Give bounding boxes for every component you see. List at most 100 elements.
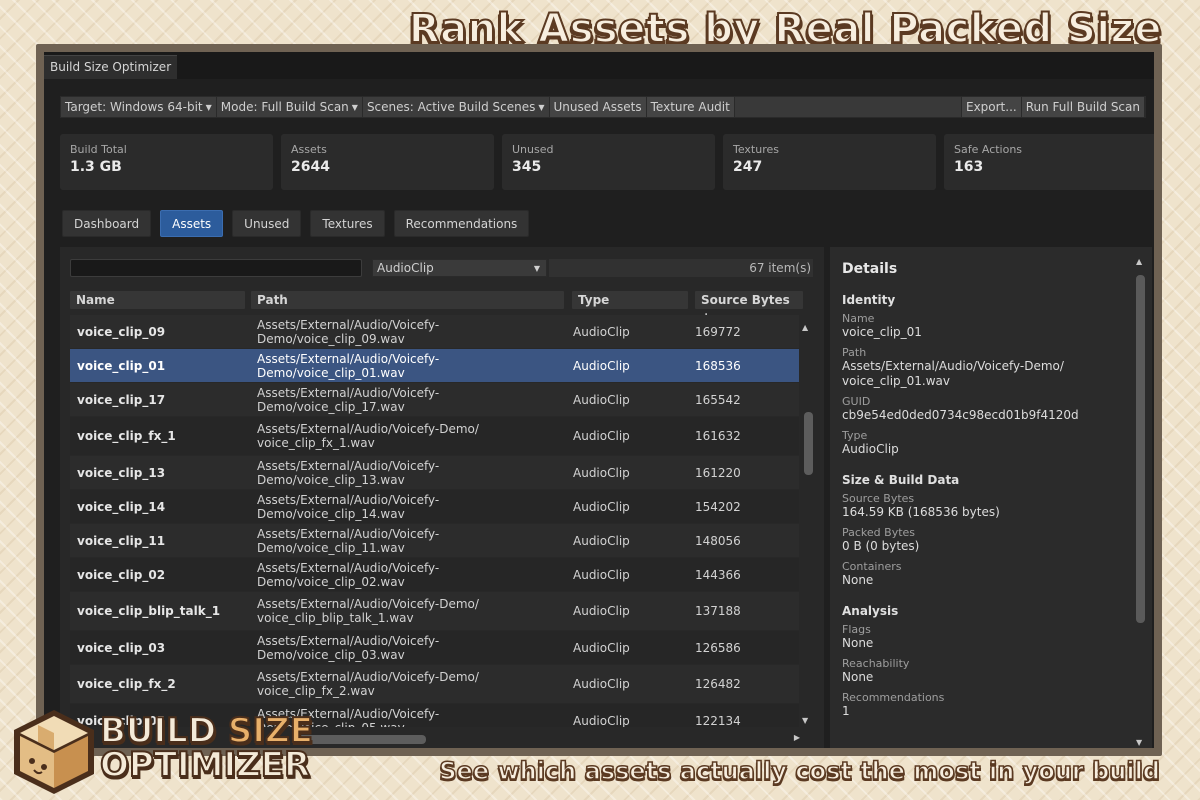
detail-label: Name — [842, 312, 875, 325]
cell-path: Assets/External/Audio/Voicefy-Demo/voice… — [257, 351, 440, 380]
logo-wordmark: BUILD SIZE OPTIMIZER — [99, 713, 314, 785]
stat-value: 2644 — [291, 159, 330, 175]
table-row[interactable]: voice_clip_09 Assets/External/Audio/Voice… — [70, 315, 799, 348]
stat-value: 1.3 GB — [70, 159, 122, 175]
cell-path: Assets/External/Audio/Voicefy-Demo/voice… — [257, 458, 440, 487]
unused-assets-button[interactable]: Unused Assets — [549, 97, 647, 117]
identity-header: Identity — [842, 293, 896, 307]
target-dropdown-label: Target: Windows 64-bit — [65, 100, 203, 114]
scrollbar-thumb[interactable] — [804, 412, 813, 475]
logo-word-optimizer: OPTIMIZER — [99, 745, 311, 785]
cell-path: Assets/External/Audio/Voicefy-Demo/voice… — [257, 385, 440, 414]
cell-name: voice_clip_03 — [77, 640, 166, 655]
detail-label: Recommendations — [842, 691, 945, 704]
stat-value: 345 — [512, 159, 542, 175]
scroll-down-icon[interactable]: ▼ — [802, 716, 808, 725]
scenes-dropdown-label: Scenes: Active Build Scenes — [366, 100, 536, 114]
type-filter-dropdown[interactable]: AudioClip ▼ — [372, 259, 547, 277]
window-tab-build-size-optimizer[interactable]: Build Size Optimizer — [44, 55, 178, 79]
table-header: Name Path Type Source Bytes ↓ — [70, 291, 815, 325]
scroll-right-icon[interactable]: ▶ — [794, 733, 800, 742]
tab-assets[interactable]: Assets — [160, 210, 224, 237]
scroll-up-icon[interactable]: ▲ — [802, 323, 808, 332]
table-row[interactable]: voice_clip_blip_talk_1 Assets/External/Au… — [70, 592, 799, 630]
cell-name: voice_clip_13 — [77, 465, 166, 480]
type-filter-label: AudioClip — [377, 261, 434, 275]
detail-flags-value: None — [842, 636, 874, 650]
table-row[interactable]: voice_clip_fx_2 Assets/External/Audio/Voi… — [70, 665, 799, 703]
cell-type: AudioClip — [573, 604, 630, 618]
run-full-build-scan-button[interactable]: Run Full Build Scan — [1021, 97, 1145, 117]
stat-card-unused: Unused 345 — [502, 134, 715, 190]
table-row[interactable]: voice_clip_13 Assets/External/Audio/Voice… — [70, 456, 799, 489]
detail-label: Type — [842, 429, 868, 442]
promo-tagline: See which assets actually cost the most … — [439, 756, 1161, 786]
table-row[interactable]: voice_clip_01 Assets/External/Audio/Voice… — [70, 349, 799, 382]
item-count: 67 item(s) — [549, 259, 813, 277]
build-size-optimizer-window: Build Size Optimizer Target: Windows 64-… — [36, 44, 1162, 756]
chevron-down-icon: ▼ — [351, 102, 358, 112]
size-build-data-header: Size & Build Data — [842, 473, 960, 487]
cell-bytes: 169772 — [695, 324, 741, 339]
analysis-header: Analysis — [842, 604, 899, 618]
scroll-down-icon[interactable]: ▼ — [1136, 738, 1142, 747]
column-header-source-bytes[interactable]: Source Bytes ↓ — [695, 291, 803, 325]
chevron-down-icon: ▼ — [205, 102, 212, 112]
build-size-optimizer-logo: BUILD SIZE OPTIMIZER — [8, 706, 338, 798]
details-scrollbar[interactable]: ▲ ▼ — [1134, 257, 1146, 747]
cell-bytes: 144366 — [695, 567, 741, 582]
table-row[interactable]: voice_clip_11 Assets/External/Audio/Voice… — [70, 524, 799, 557]
scenes-dropdown[interactable]: Scenes: Active Build Scenes ▼ — [362, 97, 550, 117]
tab-textures[interactable]: Textures — [310, 210, 385, 237]
detail-label: GUID — [842, 395, 871, 408]
chevron-down-icon: ▼ — [538, 102, 545, 112]
cell-bytes: 126586 — [695, 640, 741, 655]
cell-bytes: 168536 — [695, 358, 741, 373]
target-dropdown[interactable]: Target: Windows 64-bit ▼ — [61, 97, 217, 117]
column-header-name[interactable]: Name — [70, 291, 245, 309]
scrollbar-thumb[interactable] — [1136, 275, 1145, 623]
stat-card-assets: Assets 2644 — [281, 134, 494, 190]
cell-bytes: 148056 — [695, 533, 741, 548]
tab-dashboard[interactable]: Dashboard — [62, 210, 152, 237]
detail-label: Reachability — [842, 657, 910, 670]
texture-audit-button[interactable]: Texture Audit — [646, 97, 735, 117]
table-row[interactable]: voice_clip_03 Assets/External/Audio/Voice… — [70, 631, 799, 664]
scroll-up-icon[interactable]: ▲ — [1136, 257, 1142, 266]
window-tabstrip: Build Size Optimizer — [44, 52, 1154, 79]
column-header-type[interactable]: Type — [572, 291, 688, 309]
details-panel: Details Identity Name voice_clip_01 Path… — [830, 247, 1152, 748]
table-row[interactable]: voice_clip_17 Assets/External/Audio/Voice… — [70, 383, 799, 416]
cell-type: AudioClip — [573, 324, 630, 339]
toolbar-spacer — [734, 97, 961, 117]
tab-unused[interactable]: Unused — [232, 210, 302, 237]
cell-name: voice_clip_fx_1 — [77, 429, 176, 443]
table-row[interactable]: voice_clip_fx_1 Assets/External/Audio/Voi… — [70, 417, 799, 455]
stat-label: Textures — [733, 143, 779, 156]
cell-type: AudioClip — [573, 392, 630, 407]
vertical-scrollbar[interactable]: ▲ ▼ — [800, 315, 814, 727]
table-row[interactable]: voice_clip_14 Assets/External/Audio/Voice… — [70, 490, 799, 523]
chevron-down-icon: ▼ — [533, 263, 540, 273]
search-input[interactable] — [70, 259, 362, 277]
cell-name: voice_clip_fx_2 — [77, 677, 176, 691]
asset-list-panel: AudioClip ▼ 67 item(s) Name Path Type Sou… — [60, 247, 824, 748]
cell-type: AudioClip — [573, 429, 630, 443]
cell-name: voice_clip_02 — [77, 567, 166, 582]
mode-dropdown[interactable]: Mode: Full Build Scan ▼ — [216, 97, 363, 117]
cell-path: Assets/External/Audio/Voicefy-Demo/voice… — [257, 633, 440, 662]
stat-value: 247 — [733, 159, 763, 175]
cell-name: voice_clip_17 — [77, 392, 166, 407]
column-header-path[interactable]: Path — [251, 291, 564, 309]
export-button[interactable]: Export... — [960, 97, 1022, 117]
cell-type: AudioClip — [573, 713, 630, 728]
cell-path: Assets/External/Audio/Voicefy-Demo/voice… — [257, 560, 440, 589]
cell-bytes: 154202 — [695, 499, 741, 514]
cell-name: voice_clip_11 — [77, 533, 166, 548]
detail-label: Source Bytes — [842, 492, 915, 505]
tab-recommendations[interactable]: Recommendations — [393, 210, 530, 237]
cell-type: AudioClip — [573, 533, 630, 548]
table-row[interactable]: voice_clip_02 Assets/External/Audio/Voice… — [70, 558, 799, 591]
cell-name: voice_clip_blip_talk_1 — [77, 604, 221, 618]
stat-label: Build Total — [70, 143, 127, 156]
